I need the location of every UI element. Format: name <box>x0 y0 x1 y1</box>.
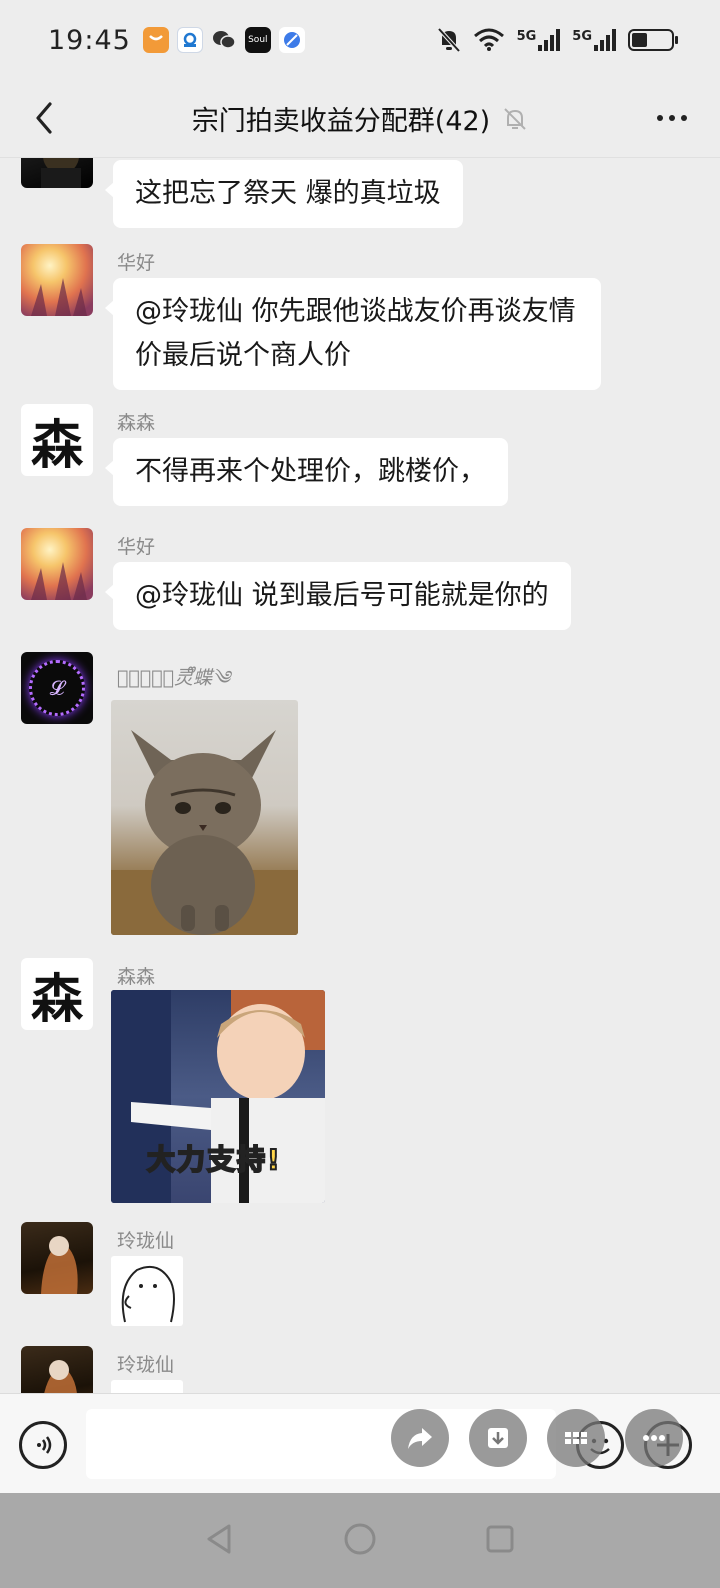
sender-name: 森森 <box>117 412 156 434</box>
input-bar <box>0 1393 720 1493</box>
more-options-button[interactable] <box>650 96 694 140</box>
more-dots-button[interactable] <box>625 1409 683 1467</box>
avatar-glyph: 森 <box>30 968 83 1030</box>
browser-app-icon <box>278 27 305 53</box>
dot <box>669 115 675 121</box>
signal-1: 5G <box>517 29 561 51</box>
chevron-left-icon <box>36 102 52 134</box>
grid-button[interactable] <box>547 1409 605 1467</box>
avatar[interactable]: 森 <box>21 404 93 476</box>
status-bar: 19:45 Soul 5G 5G <box>0 0 720 80</box>
avatar-photo <box>41 1236 78 1294</box>
message-bubble[interactable]: 这把忘了祭天 爆的真垃圾 <box>105 160 463 228</box>
grid-icon <box>565 1432 587 1444</box>
avatar[interactable] <box>21 158 93 188</box>
sender-name: 森森 <box>117 966 156 988</box>
avatar[interactable] <box>21 244 93 316</box>
paypal-app-icon <box>176 27 203 53</box>
message-bubble[interactable]: @玲珑仙 说到最后号可能就是你的 <box>105 562 571 630</box>
avatar-ring: 𝓛 <box>29 660 85 716</box>
sticker-caption: 大力支持! <box>146 1142 282 1177</box>
message-text: 不得再来个处理价，跳楼价， <box>135 456 486 487</box>
square-recents-icon <box>486 1525 514 1552</box>
message-bubble[interactable]: 不得再来个处理价，跳楼价， <box>105 438 508 506</box>
message-text: @玲珑仙 说到最后号可能就是你的 <box>135 580 549 611</box>
chat-header: 宗门拍卖收益分配群(42) <box>0 80 720 158</box>
sender-name: 玲珑仙 <box>117 1230 175 1252</box>
wifi-icon <box>473 28 504 51</box>
system-nav-bar <box>0 1493 720 1588</box>
voice-icon <box>37 1436 52 1454</box>
forward-icon <box>408 1428 432 1449</box>
message-text: @玲珑仙 你先跟他谈战友价再谈友情价最后说个商人价 <box>135 296 576 371</box>
muted-bell-icon <box>504 107 526 130</box>
message-list[interactable]: 这把忘了祭天 爆的真垃圾 华好 @玲珑仙 你先跟他谈战友价再谈友情价最后说个商人… <box>0 158 720 1412</box>
status-app-icons: Soul <box>142 27 305 53</box>
avatar[interactable] <box>21 528 93 600</box>
soul-label: Soul <box>248 35 268 45</box>
status-time: 19:45 <box>48 24 131 56</box>
battery-icon <box>628 29 678 51</box>
avatar-photo <box>31 278 87 316</box>
avatar[interactable] <box>21 1222 93 1294</box>
signal-bars-icon <box>594 29 616 51</box>
battery-fill <box>632 33 648 47</box>
message-bubble[interactable]: @玲珑仙 你先跟他谈战友价再谈友情价最后说个商人价 <box>105 278 601 390</box>
mute-bell-icon <box>437 27 461 53</box>
circle-home-icon <box>344 1523 376 1554</box>
avatar-photo <box>41 158 81 188</box>
nav-recents-button[interactable] <box>483 1522 517 1560</box>
avatar[interactable]: 𝓛 <box>21 652 93 724</box>
sender-name: 华好 <box>117 536 156 558</box>
back-button[interactable] <box>26 98 66 138</box>
chat-title: 宗门拍卖收益分配群(42) <box>191 106 491 137</box>
sender-name: 华好 <box>117 252 156 274</box>
forward-button[interactable] <box>391 1409 449 1467</box>
avatar-glyph: 森 <box>30 414 83 476</box>
nav-home-button[interactable] <box>343 1522 377 1560</box>
save-button[interactable] <box>469 1409 527 1467</box>
message-text: 这把忘了祭天 爆的真垃圾 <box>135 178 441 209</box>
baby-sticker[interactable]: 大力支持! <box>111 990 325 1203</box>
dot <box>657 115 663 121</box>
sender-name: 玲珑仙 <box>117 1354 175 1376</box>
nav-back-button[interactable] <box>203 1522 237 1560</box>
avatar-photo <box>31 562 87 600</box>
download-icon <box>488 1428 508 1448</box>
network-type-label: 5G <box>516 29 537 44</box>
shield-app-icon <box>142 27 169 53</box>
ellipsis-icon <box>643 1435 665 1441</box>
avatar[interactable]: 森 <box>21 958 93 1030</box>
cat-illustration <box>111 730 298 935</box>
avatar-glyph: 𝓛 <box>49 676 65 700</box>
chat-title-wrap: 宗门拍卖收益分配群(42) <box>192 99 528 138</box>
dot <box>681 115 687 121</box>
soul-app-icon: Soul <box>244 27 271 53</box>
voice-input-button[interactable] <box>19 1421 67 1469</box>
small-doodle-sticker[interactable] <box>111 1256 183 1326</box>
tabby-cat-sticker[interactable] <box>111 700 298 935</box>
network-type-label: 5G <box>572 29 592 44</box>
signal-2: 5G <box>572 29 616 51</box>
triangle-back-icon <box>207 1524 231 1553</box>
wechat-icon <box>211 27 237 53</box>
doodle-illustration <box>121 1266 175 1323</box>
signal-bars-icon <box>538 29 561 51</box>
status-indicators: 5G 5G <box>437 27 678 53</box>
